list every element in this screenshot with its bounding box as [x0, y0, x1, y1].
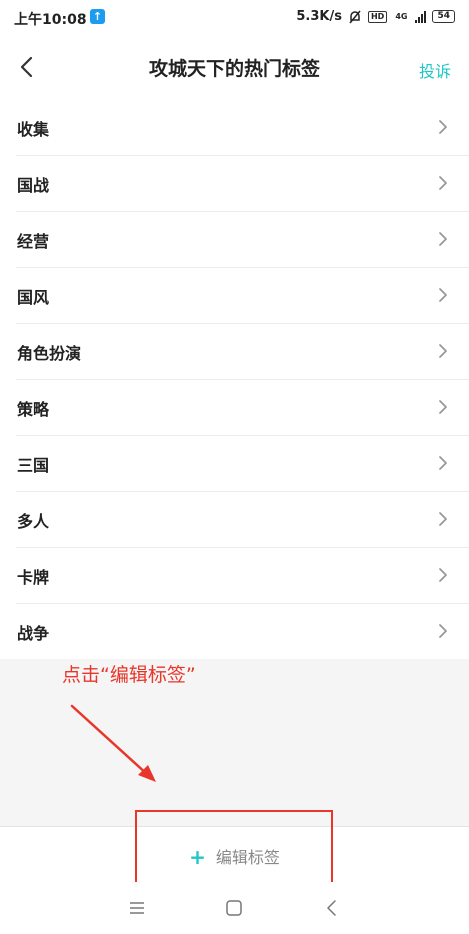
tag-label: 卡牌: [17, 568, 50, 587]
tag-label: 策略: [17, 400, 50, 419]
chevron-right-icon: [439, 568, 447, 582]
chevron-right-icon: [439, 400, 447, 414]
chevron-right-icon: [439, 456, 447, 470]
status-indicators: 5.3K/s HD 4G 54: [296, 9, 455, 24]
chevron-right-icon: [439, 288, 447, 302]
annotation-highlight-box: [135, 810, 333, 884]
upload-notification-icon: ↑: [90, 9, 105, 24]
chevron-right-icon: [439, 232, 447, 246]
tag-label: 战争: [17, 624, 50, 643]
home-icon[interactable]: [224, 898, 244, 918]
battery-icon: 54: [432, 10, 455, 23]
tag-item-chinese-style[interactable]: 国风: [16, 268, 469, 324]
tag-label: 角色扮演: [17, 344, 82, 363]
annotation-text: 点击“编辑标签”: [62, 664, 196, 686]
mute-alarm-icon: [349, 10, 361, 23]
chevron-right-icon: [439, 512, 447, 526]
chevron-right-icon: [439, 624, 447, 638]
tag-item-strategy[interactable]: 策略: [16, 380, 469, 436]
tag-item-multiplayer[interactable]: 多人: [16, 492, 469, 548]
status-time: 上午10:08: [14, 12, 87, 28]
tag-label: 国风: [17, 288, 50, 307]
tag-label: 收集: [17, 120, 50, 139]
tag-item-war[interactable]: 战争: [16, 604, 469, 659]
tag-label: 三国: [17, 456, 50, 475]
chevron-right-icon: [439, 176, 447, 190]
report-button[interactable]: 投诉: [419, 58, 451, 82]
page-title: 攻城天下的热门标签: [148, 58, 320, 80]
status-bar: 上午10:08 ↑ 5.3K/s HD 4G 54: [0, 0, 469, 36]
tag-item-three-kingdoms[interactable]: 三国: [16, 436, 469, 492]
hd-icon: HD: [367, 10, 388, 23]
annotation-arrow-icon: [70, 704, 156, 782]
tag-item-national-war[interactable]: 国战: [16, 156, 469, 212]
network-speed: 5.3K/s: [296, 9, 342, 24]
tag-label: 国战: [17, 176, 50, 195]
tag-label: 多人: [17, 512, 50, 531]
chevron-right-icon: [439, 344, 447, 358]
back-nav-icon[interactable]: [322, 898, 342, 918]
network-type: 4G: [395, 11, 408, 21]
tag-item-rpg[interactable]: 角色扮演: [16, 324, 469, 380]
system-nav-bar: [0, 882, 469, 934]
signal-icon: [415, 10, 427, 23]
chevron-right-icon: [439, 120, 447, 134]
tag-item-card[interactable]: 卡牌: [16, 548, 469, 604]
header: 攻城天下的热门标签 投诉: [0, 36, 469, 100]
tag-item-collect[interactable]: 收集: [16, 100, 469, 156]
tag-item-management[interactable]: 经营: [16, 212, 469, 268]
menu-icon[interactable]: [127, 898, 147, 918]
tag-list: 收集 国战 经营 国风 角色扮演 策略 三国 多人 卡牌 战争: [0, 100, 469, 659]
tag-label: 经营: [17, 232, 50, 251]
